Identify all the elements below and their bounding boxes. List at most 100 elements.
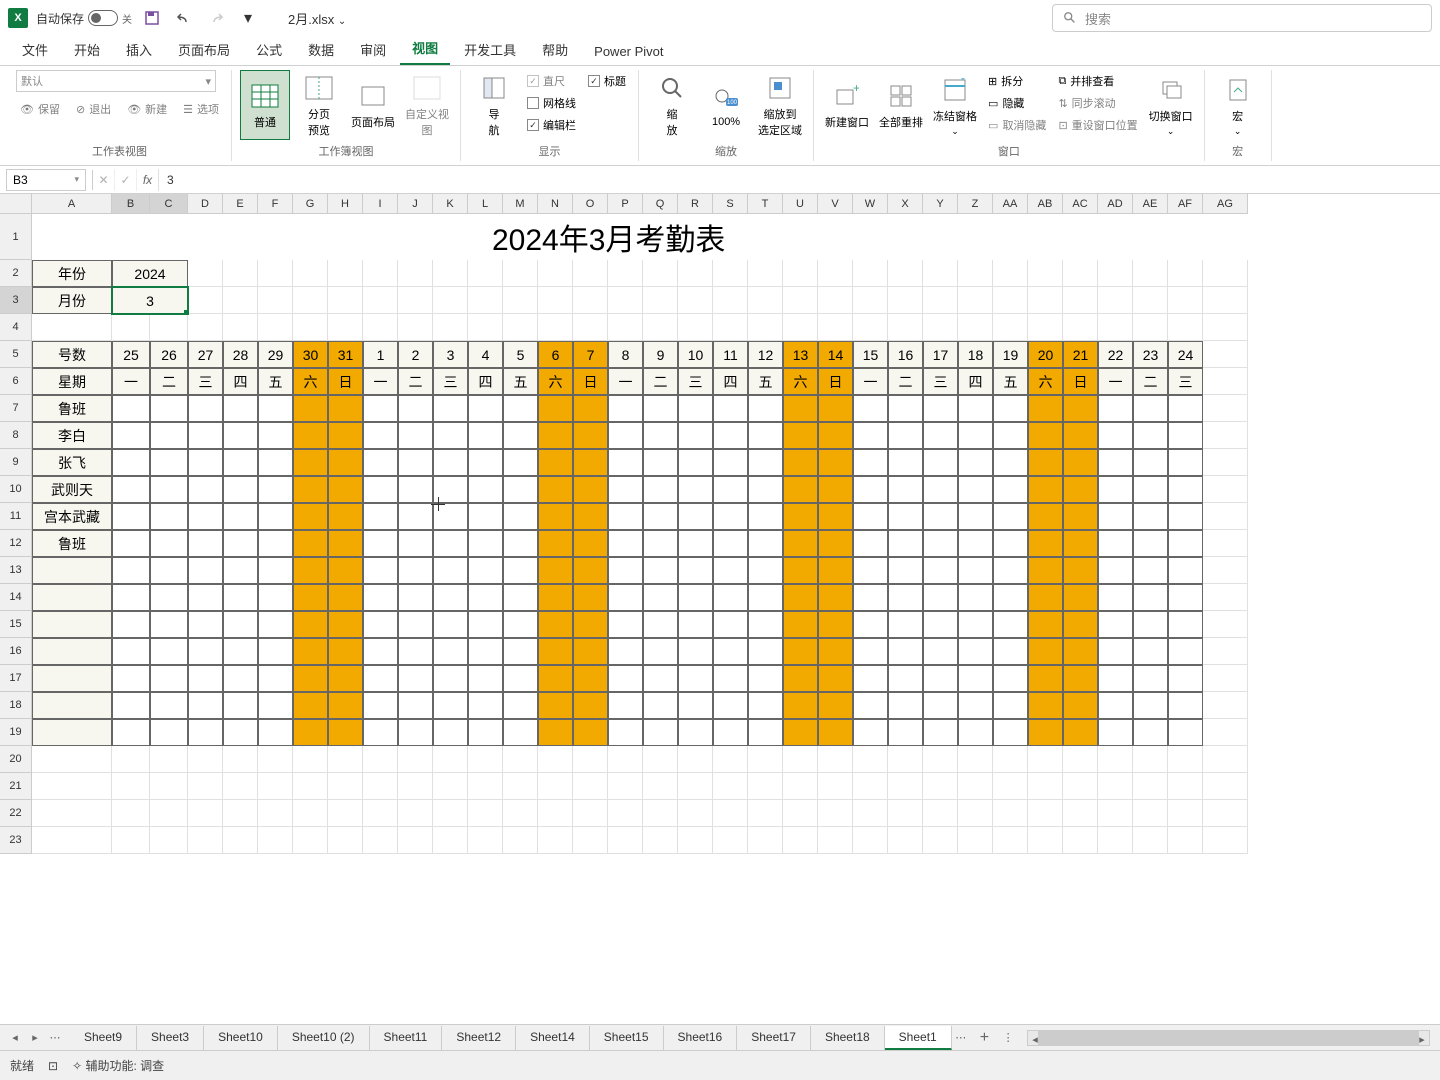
cell[interactable] xyxy=(363,476,398,503)
cell[interactable] xyxy=(923,746,958,773)
cell[interactable] xyxy=(1133,746,1168,773)
cell[interactable] xyxy=(608,557,643,584)
cell[interactable]: 3 xyxy=(112,287,188,314)
cell[interactable] xyxy=(713,314,748,341)
cell[interactable] xyxy=(643,557,678,584)
cell[interactable] xyxy=(293,314,328,341)
cell[interactable] xyxy=(258,638,293,665)
cell[interactable] xyxy=(1133,422,1168,449)
cell[interactable] xyxy=(678,314,713,341)
cell[interactable] xyxy=(1098,530,1133,557)
switch-window-button[interactable]: 切换窗口⌄ xyxy=(1146,70,1196,140)
cell[interactable] xyxy=(923,638,958,665)
cell[interactable]: 16 xyxy=(888,341,923,368)
cell[interactable] xyxy=(643,800,678,827)
row-header[interactable]: 19 xyxy=(0,719,32,746)
cell[interactable] xyxy=(1098,611,1133,638)
cell[interactable] xyxy=(608,530,643,557)
cell[interactable] xyxy=(643,530,678,557)
cell[interactable] xyxy=(503,314,538,341)
cell[interactable] xyxy=(328,746,363,773)
cell[interactable] xyxy=(188,395,223,422)
cell[interactable] xyxy=(433,800,468,827)
cell[interactable] xyxy=(433,503,468,530)
sheet-tab[interactable]: Sheet15 xyxy=(590,1026,664,1050)
cell[interactable] xyxy=(853,287,888,314)
cell[interactable] xyxy=(150,395,188,422)
row-header[interactable]: 11 xyxy=(0,503,32,530)
cell[interactable] xyxy=(678,449,713,476)
cell[interactable] xyxy=(678,530,713,557)
cell[interactable] xyxy=(1168,476,1203,503)
row-header[interactable]: 17 xyxy=(0,665,32,692)
row-header[interactable]: 7 xyxy=(0,395,32,422)
cell[interactable]: 6 xyxy=(538,341,573,368)
cell[interactable] xyxy=(468,665,503,692)
sheet-tab[interactable]: Sheet3 xyxy=(137,1026,204,1050)
cell[interactable] xyxy=(188,476,223,503)
cell[interactable] xyxy=(433,611,468,638)
cell[interactable]: 2 xyxy=(398,341,433,368)
cell[interactable] xyxy=(853,314,888,341)
cell[interactable] xyxy=(958,476,993,503)
cell[interactable] xyxy=(923,503,958,530)
cell[interactable] xyxy=(538,638,573,665)
cell[interactable] xyxy=(468,611,503,638)
macros-button[interactable]: 宏⌄ xyxy=(1213,70,1263,140)
cell[interactable] xyxy=(608,584,643,611)
cell[interactable] xyxy=(958,503,993,530)
cell[interactable] xyxy=(1133,665,1168,692)
cell[interactable] xyxy=(112,422,150,449)
cell[interactable]: 13 xyxy=(783,341,818,368)
sheet-menu[interactable]: ⋮ xyxy=(999,1029,1017,1047)
cell[interactable] xyxy=(1133,800,1168,827)
cell[interactable]: 31 xyxy=(328,341,363,368)
hide-button[interactable]: ▭隐藏 xyxy=(984,92,1050,114)
cell[interactable] xyxy=(1098,773,1133,800)
cell[interactable] xyxy=(783,287,818,314)
cell[interactable]: 14 xyxy=(818,341,853,368)
cell[interactable] xyxy=(328,827,363,854)
cell[interactable] xyxy=(538,287,573,314)
cell[interactable] xyxy=(503,557,538,584)
cell[interactable]: 二 xyxy=(888,368,923,395)
cell[interactable] xyxy=(293,449,328,476)
cell[interactable] xyxy=(923,449,958,476)
cell[interactable]: 8 xyxy=(608,341,643,368)
cell[interactable] xyxy=(958,449,993,476)
cell[interactable] xyxy=(643,260,678,287)
cell[interactable] xyxy=(293,665,328,692)
cell[interactable] xyxy=(363,422,398,449)
cell[interactable] xyxy=(328,773,363,800)
cell[interactable] xyxy=(853,557,888,584)
cell[interactable] xyxy=(1168,287,1203,314)
cell[interactable] xyxy=(853,449,888,476)
cell[interactable] xyxy=(363,287,398,314)
sheet-tab[interactable]: Sheet10 (2) xyxy=(278,1026,370,1050)
cell[interactable] xyxy=(643,449,678,476)
formulabar-checkbox[interactable]: 编辑栏 xyxy=(523,114,580,136)
name-box[interactable]: B3▾ xyxy=(6,169,86,191)
cell[interactable] xyxy=(608,665,643,692)
cell[interactable] xyxy=(748,584,783,611)
cell[interactable] xyxy=(713,719,748,746)
cell[interactable] xyxy=(223,800,258,827)
cell[interactable]: 武则天 xyxy=(32,476,112,503)
nav-button[interactable]: 导 航 xyxy=(469,70,519,140)
cell[interactable]: 四 xyxy=(468,368,503,395)
cell[interactable] xyxy=(1203,476,1248,503)
cell[interactable] xyxy=(1203,638,1248,665)
cell[interactable]: 18 xyxy=(958,341,993,368)
cell[interactable] xyxy=(1063,314,1098,341)
cell[interactable] xyxy=(748,314,783,341)
cell[interactable] xyxy=(188,719,223,746)
arrange-button[interactable]: 全部重排 xyxy=(876,70,926,140)
cell[interactable] xyxy=(1168,260,1203,287)
cell[interactable] xyxy=(573,773,608,800)
cell[interactable] xyxy=(993,800,1028,827)
cell[interactable] xyxy=(258,827,293,854)
cell[interactable] xyxy=(958,530,993,557)
cell[interactable] xyxy=(1098,638,1133,665)
cell[interactable] xyxy=(1203,530,1248,557)
cell[interactable] xyxy=(783,773,818,800)
